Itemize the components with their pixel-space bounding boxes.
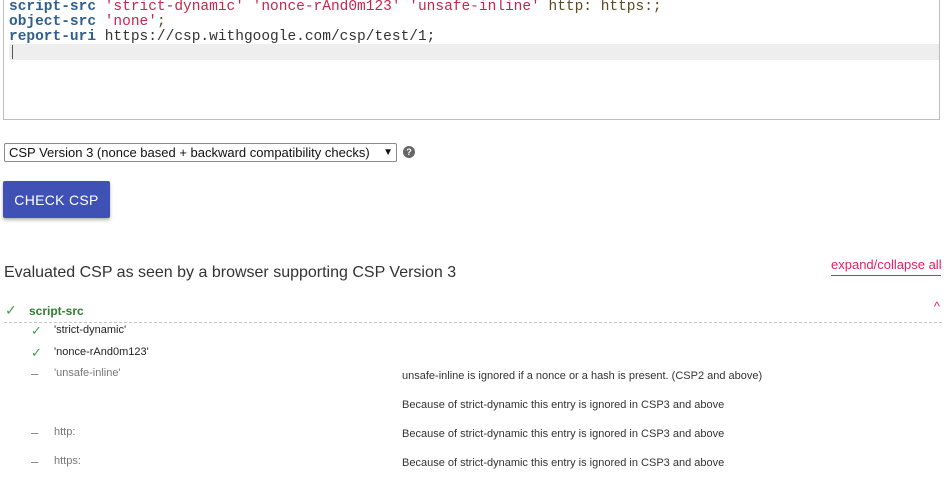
csp-version-selected: CSP Version 3 (nonce based + backward co… (9, 145, 370, 160)
expand-collapse-all-link[interactable]: expand/collapse all (831, 257, 942, 276)
editor-line-2: object-src 'none'; (9, 14, 166, 30)
chevron-up-icon[interactable]: ^ (934, 299, 940, 314)
directive-value-row: ✓ 'strict-dynamic' (0, 323, 947, 343)
directive-value-row: ✓ 'nonce-rAnd0m123' (0, 345, 947, 365)
dropdown-arrow-icon: ▼ (383, 147, 393, 158)
directive-name: script-src (29, 304, 84, 318)
check-csp-button[interactable]: CHECK CSP (3, 181, 110, 218)
dash-icon: – (31, 366, 39, 381)
check-icon: ✓ (5, 302, 17, 318)
csp-version-select[interactable]: CSP Version 3 (nonce based + backward co… (4, 143, 397, 162)
dash-icon: – (31, 454, 39, 469)
question-circle-icon[interactable]: ? (403, 146, 415, 158)
finding-text: Because of strict-dynamic this entry is … (402, 399, 725, 411)
directive-value: 'unsafe-inline' (54, 367, 121, 379)
editor-line-3: report-uri https://csp.withgoogle.com/cs… (9, 29, 436, 45)
editor-line-1: script-src 'strict-dynamic' 'nonce-rAnd0… (9, 0, 662, 15)
check-icon: ✓ (31, 345, 42, 360)
directive-value: http: (54, 426, 76, 438)
directive-value: 'nonce-rAnd0m123' (54, 346, 149, 358)
text-cursor (12, 45, 13, 59)
directive-value: https: (54, 455, 81, 467)
dash-icon: – (31, 425, 39, 440)
finding-text: Because of strict-dynamic this entry is … (402, 457, 725, 469)
editor-current-line (9, 44, 939, 60)
finding-text: Because of strict-dynamic this entry is … (402, 428, 725, 440)
results-title: Evaluated CSP as seen by a browser suppo… (4, 264, 457, 281)
check-icon: ✓ (31, 323, 42, 338)
directive-value: 'strict-dynamic' (54, 324, 127, 336)
finding-text: unsafe-inline is ignored if a nonce or a… (402, 370, 763, 382)
csp-editor[interactable]: script-src 'strict-dynamic' 'nonce-rAnd0… (3, 0, 940, 120)
directive-row-script-src[interactable]: ✓ script-src ^ (4, 299, 942, 323)
